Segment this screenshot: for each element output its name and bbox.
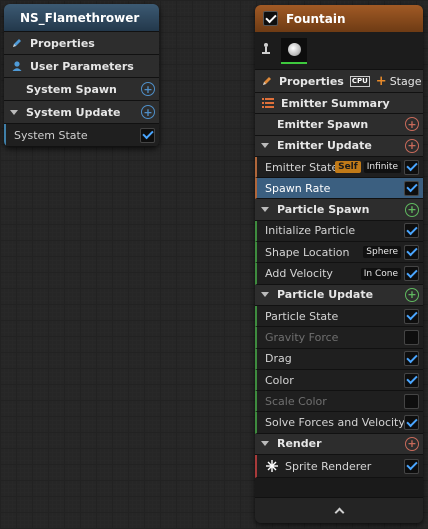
pencil-icon — [10, 37, 24, 49]
system-update-row[interactable]: System Update + — [4, 101, 159, 124]
particle-state-row[interactable]: Particle State — [255, 305, 423, 328]
pencil-icon — [261, 75, 273, 87]
add-module-icon[interactable]: + — [405, 287, 419, 302]
emitter-properties-label: Properties — [279, 74, 344, 88]
add-velocity-label: Add Velocity — [265, 267, 333, 281]
sprite-renderer-icon — [265, 460, 279, 473]
system-node-title: NS_Flamethrower — [20, 10, 140, 25]
self-tag: Self — [335, 161, 361, 174]
user-parameters-label: User Parameters — [30, 59, 134, 73]
system-node-header[interactable]: NS_Flamethrower — [4, 4, 159, 32]
infinite-tag: Infinite — [363, 161, 401, 174]
shape-location-row[interactable]: Shape Location Sphere — [255, 242, 423, 264]
user-parameters-row[interactable]: User Parameters — [4, 55, 159, 78]
emitter-thumbnail[interactable] — [281, 37, 307, 64]
drag-row[interactable]: Drag — [255, 348, 423, 370]
enable-checkbox[interactable] — [404, 415, 419, 431]
system-state-row[interactable]: System State — [4, 124, 159, 147]
sprite-renderer-row[interactable]: Sprite Renderer — [255, 455, 423, 479]
enable-checkbox[interactable] — [404, 223, 419, 239]
add-stage-button[interactable]: + Stage — [376, 74, 422, 89]
enable-checkbox[interactable] — [404, 308, 419, 324]
enable-checkbox[interactable] — [404, 372, 419, 388]
particle-spawn-row[interactable]: Particle Spawn + — [255, 199, 423, 221]
enable-checkbox[interactable] — [404, 393, 419, 409]
add-module-icon[interactable]: + — [405, 138, 419, 153]
system-properties-row[interactable]: Properties — [4, 32, 159, 55]
system-node[interactable]: NS_Flamethrower Properties User Paramete… — [4, 4, 159, 147]
system-spawn-row[interactable]: System Spawn + — [4, 78, 159, 101]
collapse-arrow-icon[interactable] — [261, 207, 269, 213]
user-icon — [10, 60, 24, 72]
cpu-sim-badge: CPU — [349, 75, 370, 87]
plus-icon: + — [375, 73, 387, 89]
spawn-rate-row[interactable]: Spawn Rate — [255, 178, 423, 200]
add-module-icon[interactable]: + — [405, 202, 419, 217]
collapse-arrow-icon[interactable] — [10, 109, 18, 115]
color-row[interactable]: Color — [255, 369, 423, 392]
emitter-summary-label: Emitter Summary — [281, 96, 390, 110]
drag-label: Drag — [265, 352, 292, 366]
emitter-node-title: Fountain — [286, 11, 346, 26]
particle-state-label: Particle State — [265, 309, 339, 323]
enable-checkbox[interactable] — [404, 329, 419, 345]
list-icon — [261, 98, 275, 109]
add-stage-label: Stage — [389, 74, 422, 88]
render-row[interactable]: Render + — [255, 433, 423, 456]
particle-update-row[interactable]: Particle Update + — [255, 284, 423, 306]
scale-color-row[interactable]: Scale Color — [255, 391, 423, 413]
emitter-summary-row[interactable]: Emitter Summary — [255, 93, 423, 115]
gravity-force-row[interactable]: Gravity Force — [255, 327, 423, 349]
render-label: Render — [277, 437, 322, 451]
emitter-properties-row[interactable]: Properties CPU + Stage — [255, 70, 423, 93]
spawn-rate-label: Spawn Rate — [265, 181, 331, 195]
enable-checkbox[interactable] — [404, 458, 419, 474]
solve-forces-row[interactable]: Solve Forces and Velocity — [255, 412, 423, 434]
add-module-icon[interactable]: + — [141, 105, 155, 119]
emitter-node-header[interactable]: Fountain — [255, 5, 423, 32]
collapse-arrow-icon[interactable] — [261, 441, 269, 447]
enable-checkbox[interactable] — [404, 244, 419, 260]
emitter-state-row[interactable]: Emitter State Self Infinite — [255, 156, 423, 179]
color-label: Color — [265, 373, 294, 387]
system-properties-label: Properties — [30, 36, 95, 50]
solve-forces-label: Solve Forces and Velocity — [265, 416, 404, 430]
sprite-renderer-label: Sprite Renderer — [285, 459, 372, 473]
add-module-icon[interactable]: + — [141, 82, 155, 96]
emitter-state-label: Emitter State — [265, 160, 336, 174]
collapse-arrow-icon[interactable] — [261, 292, 269, 298]
collapse-arrow-icon[interactable] — [261, 143, 269, 149]
emitter-node[interactable]: Fountain Properties CPU + Stage Emitter … — [255, 5, 423, 523]
system-state-label: System State — [14, 128, 88, 142]
initialize-particle-label: Initialize Particle — [265, 224, 356, 238]
chevron-up-icon — [334, 507, 344, 518]
enable-checkbox[interactable] — [140, 127, 155, 143]
enable-checkbox[interactable] — [404, 180, 419, 196]
sprite-preview-icon — [287, 43, 301, 56]
add-velocity-row[interactable]: Add Velocity In Cone — [255, 263, 423, 285]
emitter-update-label: Emitter Update — [277, 139, 372, 153]
gravity-force-label: Gravity Force — [265, 330, 339, 344]
shape-location-label: Shape Location — [265, 245, 350, 259]
add-module-icon[interactable]: + — [405, 117, 419, 132]
emitter-thumbnail-row — [255, 32, 423, 70]
emitter-spawn-label: Emitter Spawn — [277, 117, 369, 131]
particle-update-label: Particle Update — [277, 288, 374, 302]
system-update-label: System Update — [26, 105, 121, 119]
scale-color-label: Scale Color — [265, 394, 327, 408]
add-module-icon[interactable]: + — [405, 436, 419, 451]
system-spawn-label: System Spawn — [26, 82, 117, 96]
collapse-node-button[interactable] — [255, 497, 423, 523]
emitter-enable-checkbox[interactable] — [263, 11, 278, 26]
emitter-spawn-row[interactable]: Emitter Spawn + — [255, 114, 423, 136]
in-cone-tag: In Cone — [360, 267, 401, 280]
emitter-update-row[interactable]: Emitter Update + — [255, 135, 423, 157]
initialize-particle-row[interactable]: Initialize Particle — [255, 220, 423, 243]
emitter-stack-icon — [261, 42, 271, 59]
enable-checkbox[interactable] — [404, 351, 419, 367]
enable-checkbox[interactable] — [404, 266, 419, 282]
particle-spawn-label: Particle Spawn — [277, 203, 370, 217]
sphere-tag: Sphere — [363, 246, 401, 259]
enable-checkbox[interactable] — [404, 159, 419, 175]
